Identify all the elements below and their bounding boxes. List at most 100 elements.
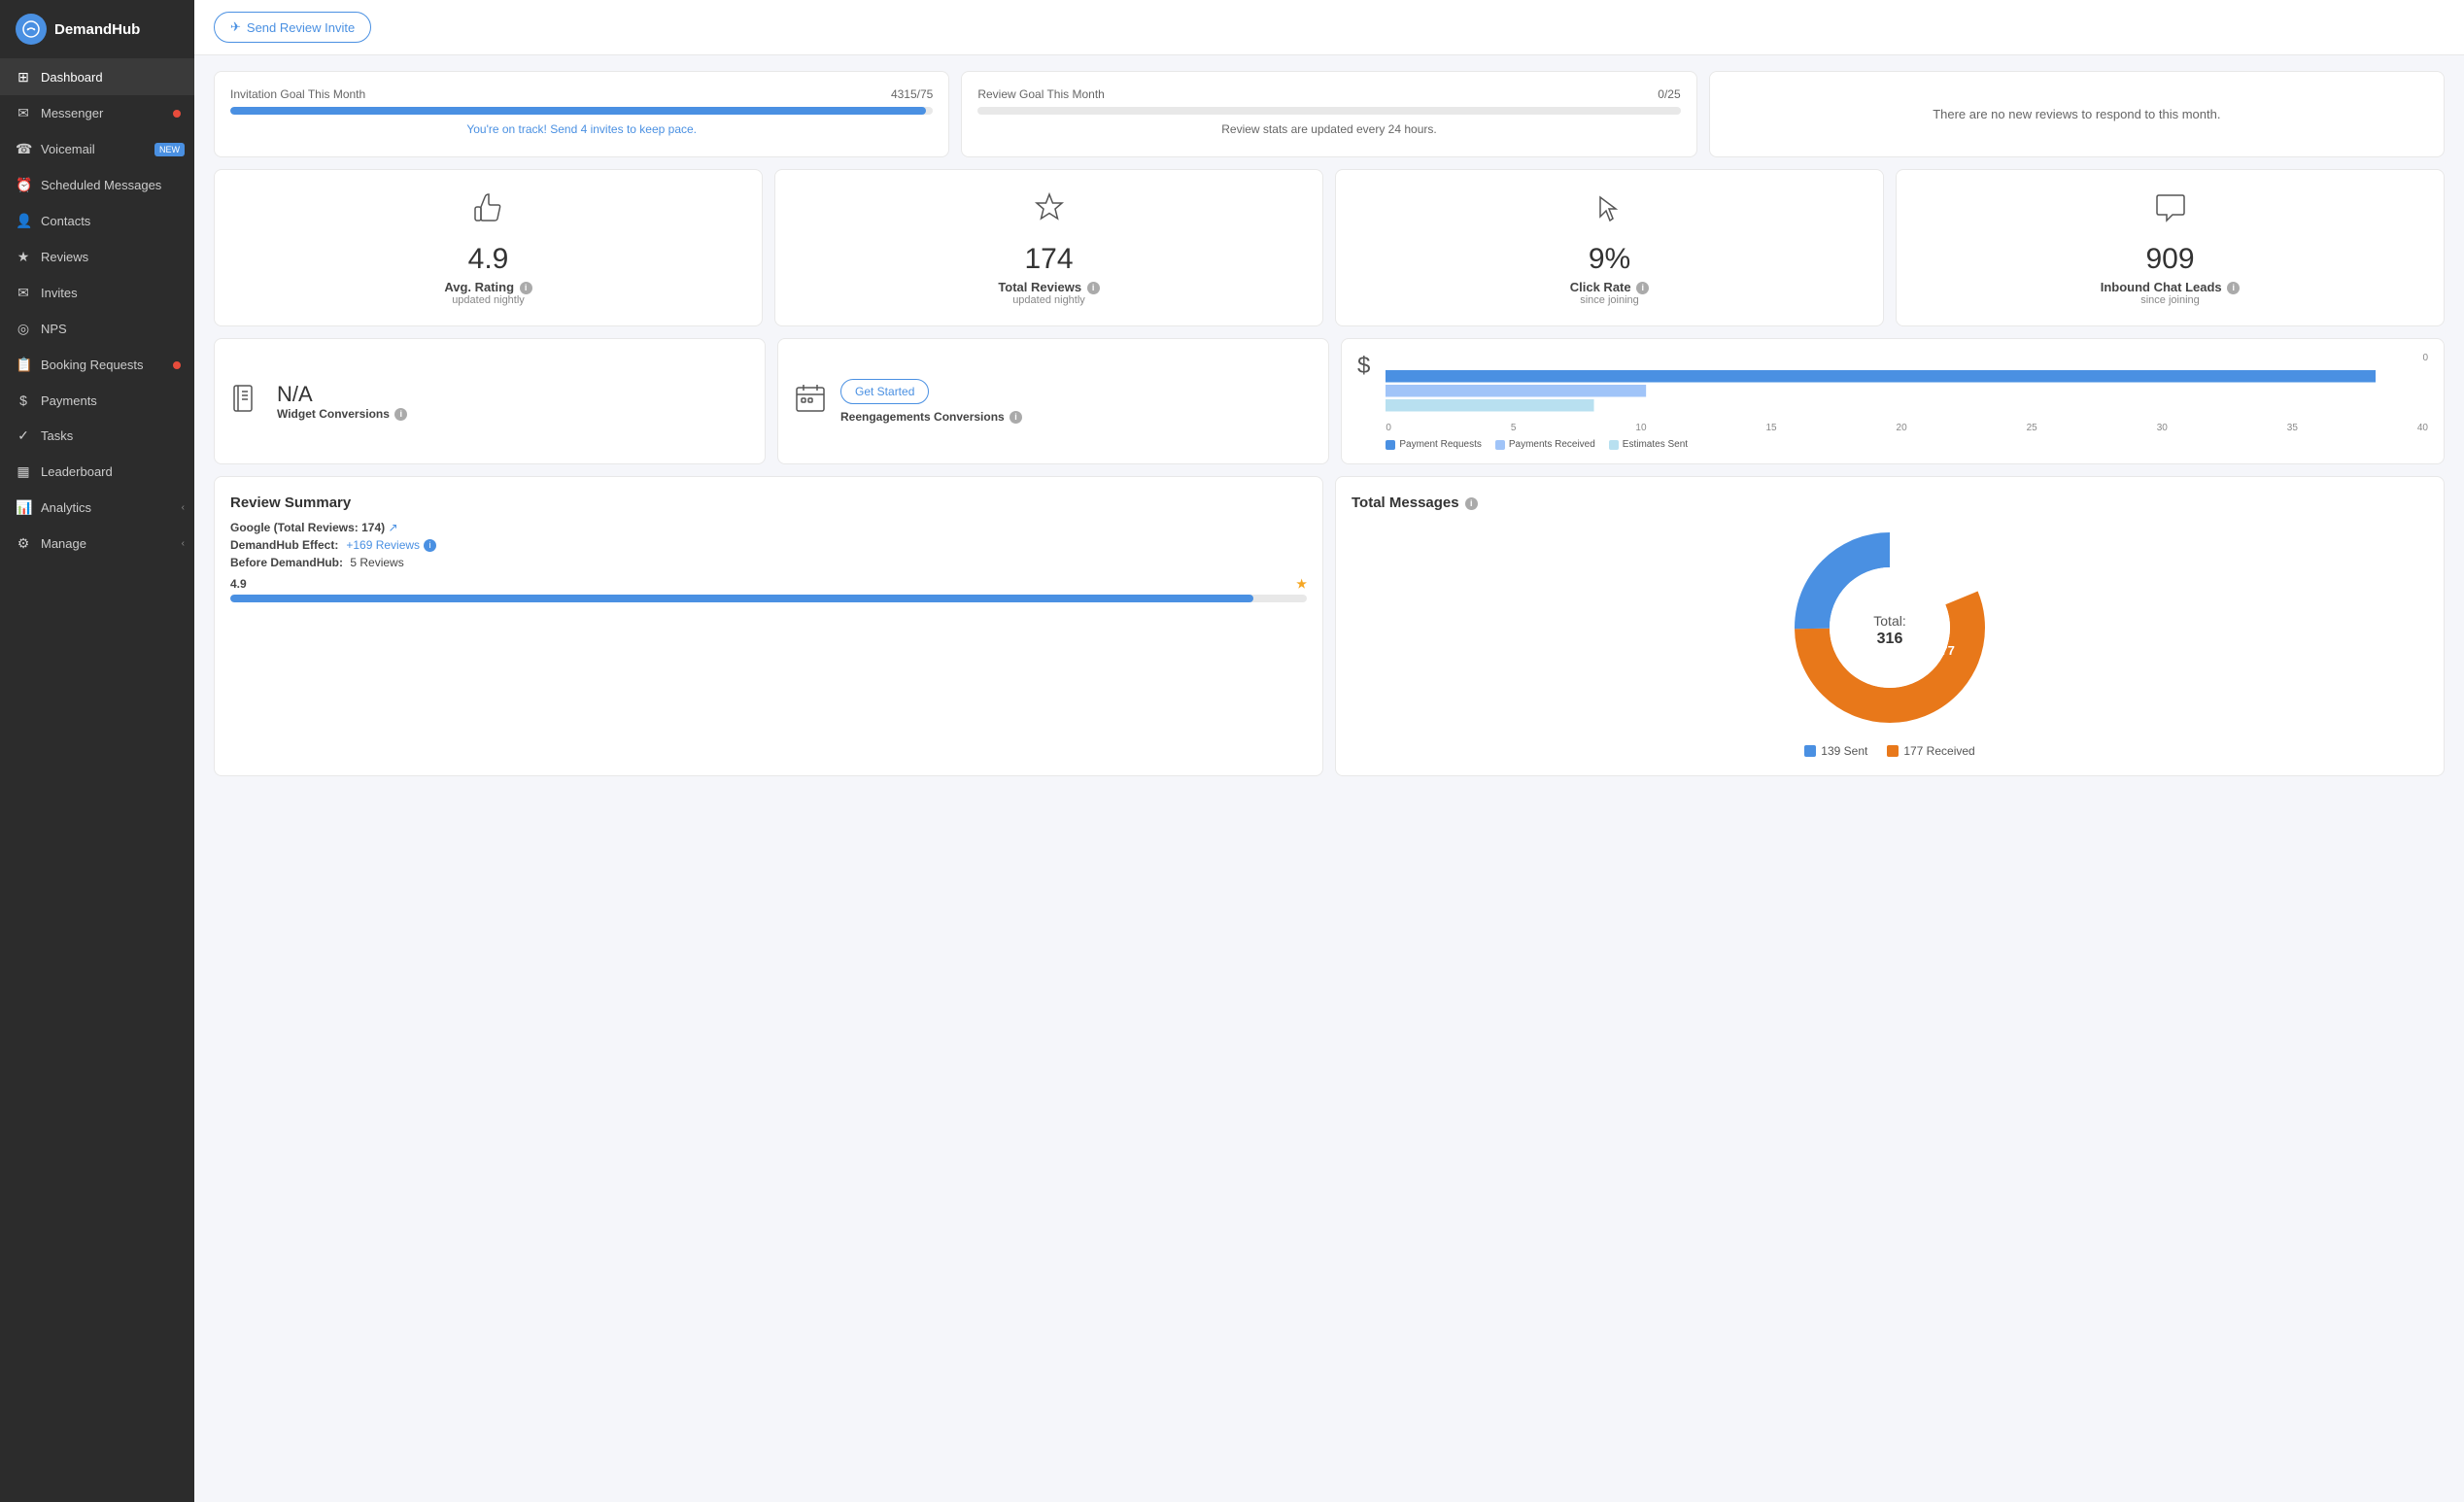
widget-conversions-value: N/A	[277, 382, 407, 407]
invitation-progress-fill	[230, 107, 926, 115]
sidebar-label-dashboard: Dashboard	[41, 70, 103, 85]
reengagements-info-icon: i	[1010, 411, 1022, 424]
sidebar-item-manage[interactable]: ⚙ Manage ‹	[0, 526, 194, 562]
logo-icon	[16, 14, 47, 45]
calendar-icon	[794, 382, 827, 422]
inbound-chat-info-icon: i	[2227, 282, 2240, 294]
widget-row: N/A Widget Conversions i	[214, 338, 2445, 464]
sidebar-item-nps[interactable]: ◎ NPS	[0, 311, 194, 347]
svg-text:316: 316	[1877, 631, 1903, 647]
inbound-chat-card: 909 Inbound Chat Leads i since joining	[1896, 169, 2445, 326]
invitation-goal-card: Invitation Goal This Month 4315/75 You'r…	[214, 71, 949, 157]
inbound-chat-label: Inbound Chat Leads	[2101, 280, 2222, 294]
no-reviews-text: There are no new reviews to respond to t…	[1726, 87, 2428, 141]
goal-cards-row: Invitation Goal This Month 4315/75 You'r…	[214, 71, 2445, 157]
legend-estimates-sent: Estimates Sent	[1609, 439, 1688, 450]
effect-label: DemandHub Effect:	[230, 538, 338, 552]
sidebar-item-messenger[interactable]: ✉ Messenger	[0, 95, 194, 131]
estimates-sent-label: Estimates Sent	[1623, 439, 1688, 450]
external-link-icon[interactable]: ↗	[389, 521, 398, 534]
click-rate-card: 9% Click Rate i since joining	[1335, 169, 1884, 326]
app-logo: DemandHub	[0, 0, 194, 59]
topbar: ✈ Send Review Invite	[194, 0, 2464, 55]
reengagements-card: Get Started Reengagements Conversions i	[777, 338, 1329, 464]
sidebar-label-tasks: Tasks	[41, 428, 73, 443]
dashboard-content: Invitation Goal This Month 4315/75 You'r…	[194, 55, 2464, 1502]
review-summary-title: Review Summary	[230, 495, 1307, 511]
total-reviews-card: 174 Total Reviews i updated nightly	[774, 169, 1323, 326]
review-goal-label: Review Goal This Month	[977, 87, 1105, 101]
svg-text:Total:: Total:	[1873, 613, 1905, 629]
click-rate-info-icon: i	[1636, 282, 1649, 294]
cursor-icon	[1591, 189, 1629, 233]
sidebar-label-manage: Manage	[41, 536, 86, 551]
review-goal-card: Review Goal This Month 0/25 Review stats…	[961, 71, 1696, 157]
before-label: Before DemandHub:	[230, 556, 343, 569]
sidebar-item-analytics[interactable]: 📊 Analytics ‹	[0, 490, 194, 526]
click-rate-label: Click Rate	[1570, 280, 1631, 294]
received-dot	[1887, 745, 1899, 757]
sidebar-item-payments[interactable]: $ Payments	[0, 383, 194, 418]
sidebar-item-dashboard[interactable]: ⊞ Dashboard	[0, 59, 194, 95]
stats-row: 4.9 Avg. Rating i updated nightly 174 To…	[214, 169, 2445, 326]
before-demandhub-row: Before DemandHub: 5 Reviews	[230, 556, 1307, 569]
reengagements-label: Reengagements Conversions	[840, 410, 1005, 424]
sidebar-label-booking: Booking Requests	[41, 358, 144, 372]
sidebar-item-contacts[interactable]: 👤 Contacts	[0, 203, 194, 239]
widget-conversions-card: N/A Widget Conversions i	[214, 338, 766, 464]
send-review-button[interactable]: ✈ Send Review Invite	[214, 12, 371, 43]
tasks-icon: ✓	[16, 427, 31, 444]
legend-payments-received: Payments Received	[1495, 439, 1595, 450]
rating-progress-fill	[230, 595, 1253, 602]
rating-value: 4.9	[230, 577, 247, 591]
sidebar-label-invites: Invites	[41, 286, 78, 300]
review-goal-value: 0/25	[1658, 87, 1680, 101]
avg-rating-card: 4.9 Avg. Rating i updated nightly	[214, 169, 763, 326]
payments-received-dot	[1495, 440, 1505, 450]
booking-icon: 📋	[16, 357, 31, 373]
sidebar-item-reviews[interactable]: ★ Reviews	[0, 239, 194, 275]
received-label: 177 Received	[1903, 744, 1974, 758]
demandhub-effect-row: DemandHub Effect: +169 Reviews i	[230, 538, 1307, 552]
sidebar-item-leaderboard[interactable]: ▦ Leaderboard	[0, 454, 194, 490]
sidebar-label-analytics: Analytics	[41, 500, 91, 515]
sidebar-item-tasks[interactable]: ✓ Tasks	[0, 418, 194, 454]
sidebar-item-scheduled[interactable]: ⏰ Scheduled Messages	[0, 167, 194, 203]
estimates-sent-dot	[1609, 440, 1619, 450]
inbound-chat-value: 909	[2145, 243, 2194, 276]
total-messages-title: Total Messages	[1352, 495, 1459, 511]
sidebar-label-nps: NPS	[41, 322, 67, 336]
legend-payment-requests: Payment Requests	[1386, 439, 1482, 450]
review-summary-card: Review Summary Google (Total Reviews: 17…	[214, 476, 1323, 776]
bottom-row: Review Summary Google (Total Reviews: 17…	[214, 476, 2445, 776]
send-icon: ✈	[230, 19, 241, 35]
sidebar-item-booking[interactable]: 📋 Booking Requests	[0, 347, 194, 383]
payments-received-label: Payments Received	[1509, 439, 1595, 450]
sidebar-label-voicemail: Voicemail	[41, 142, 95, 156]
total-reviews-sub: updated nightly	[1012, 294, 1085, 306]
scheduled-icon: ⏰	[16, 177, 31, 193]
sidebar-item-voicemail[interactable]: ☎ Voicemail NEW	[0, 131, 194, 167]
booking-badge	[173, 361, 181, 369]
main-content: ✈ Send Review Invite Invitation Goal Thi…	[194, 0, 2464, 1502]
get-started-button[interactable]: Get Started	[840, 379, 929, 404]
contacts-icon: 👤	[16, 213, 31, 229]
bar-axis: 0510152025303540	[1386, 423, 2428, 433]
donut-legend: 139 Sent 177 Received	[1804, 744, 1974, 758]
manage-icon: ⚙	[16, 535, 31, 552]
chat-icon	[2151, 189, 2190, 233]
sidebar: DemandHub ⊞ Dashboard ✉ Messenger ☎ Voic…	[0, 0, 194, 1502]
voicemail-new-badge: NEW	[154, 143, 185, 156]
payment-requests-dot	[1386, 440, 1395, 450]
inbound-chat-sub: since joining	[2140, 294, 2200, 306]
analytics-chevron-icon: ‹	[182, 502, 185, 513]
widget-conversions-label: Widget Conversions	[277, 407, 390, 421]
total-messages-card: Total Messages i Total: 316 139 177	[1335, 476, 2445, 776]
sidebar-label-scheduled: Scheduled Messages	[41, 178, 161, 192]
svg-text:139: 139	[1838, 606, 1860, 621]
invitation-goal-label: Invitation Goal This Month	[230, 87, 365, 101]
effect-value: +169 Reviews	[346, 538, 420, 552]
payments-chart-card: $ 0 0510152025303540	[1341, 338, 2445, 464]
sidebar-label-payments: Payments	[41, 393, 97, 408]
sidebar-item-invites[interactable]: ✉ Invites	[0, 275, 194, 311]
